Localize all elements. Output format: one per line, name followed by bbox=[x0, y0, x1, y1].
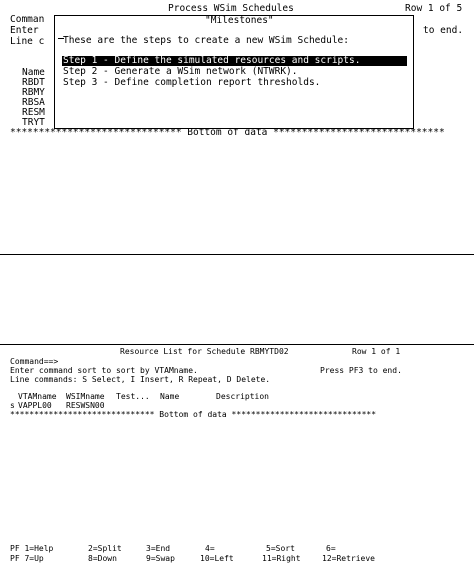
header-vtamname: VTAMname bbox=[18, 392, 57, 401]
screen-title: Process WSim Schedules bbox=[168, 3, 294, 14]
pf1-help[interactable]: PF 1=Help bbox=[10, 545, 53, 553]
line-commands-label: Line c bbox=[10, 36, 45, 47]
row-select-field[interactable]: s bbox=[10, 402, 15, 410]
header-description: Description bbox=[216, 392, 269, 401]
header-name: Name bbox=[160, 392, 180, 401]
pf7-up[interactable]: PF 7=Up bbox=[10, 555, 44, 563]
pf6[interactable]: 6= bbox=[326, 545, 336, 553]
pf10-left[interactable]: 10=Left bbox=[200, 555, 234, 563]
pf12-retrieve[interactable]: 12=Retrieve bbox=[322, 555, 375, 563]
command-label: Comman bbox=[10, 14, 45, 25]
pf4[interactable]: 4= bbox=[205, 545, 215, 553]
pf3-instruction: Press PF3 to end. bbox=[320, 366, 402, 375]
pf3-end[interactable]: 3=End bbox=[146, 545, 170, 553]
row-indicator-2: Row 1 of 1 bbox=[352, 347, 401, 356]
pf2-split[interactable]: 2=Split bbox=[88, 545, 122, 553]
step-2-option[interactable]: Step 2 - Generate a WSim network (NTWRK)… bbox=[63, 67, 298, 77]
bottom-of-data-2: ****************************** Bottom of… bbox=[10, 410, 377, 419]
header-test: Test... bbox=[116, 392, 150, 401]
pf8-down[interactable]: 8=Down bbox=[88, 555, 117, 563]
step-3-option[interactable]: Step 3 - Define completion report thresh… bbox=[63, 78, 320, 88]
separator-line bbox=[0, 344, 474, 345]
sort-instruction: Enter command sort to sort by VTAMname. bbox=[10, 366, 198, 375]
pf11-right[interactable]: 11=Right bbox=[262, 555, 301, 563]
popup-intro: These are the steps to create a new WSim… bbox=[63, 35, 349, 46]
row-wsimname: RESWSN00 bbox=[66, 401, 105, 410]
end-fragment: to end. bbox=[423, 25, 464, 36]
pf9-swap[interactable]: 9=Swap bbox=[146, 555, 175, 563]
pf5-sort[interactable]: 5=Sort bbox=[266, 545, 295, 553]
bottom-of-data: ****************************** Bottom of… bbox=[10, 127, 445, 138]
separator-line bbox=[0, 254, 474, 255]
step-1-option[interactable]: Step 1 - Define the simulated resources … bbox=[62, 56, 407, 66]
popup-title: "Milestones" bbox=[205, 15, 274, 26]
milestones-popup: "Milestones" These are the steps to crea… bbox=[54, 15, 414, 129]
row-vtamname: VAPPL00 bbox=[18, 401, 52, 410]
row-indicator: Row 1 of 5 bbox=[405, 3, 463, 14]
enter-label: Enter bbox=[10, 25, 39, 36]
resource-list-title: Resource List for Schedule RBMYTD02 bbox=[120, 347, 289, 356]
line-commands-help: Line commands: S Select, I Insert, R Rep… bbox=[10, 375, 271, 384]
header-wsimname: WSIMname bbox=[66, 392, 105, 401]
command-input[interactable]: Command==> bbox=[10, 358, 58, 366]
